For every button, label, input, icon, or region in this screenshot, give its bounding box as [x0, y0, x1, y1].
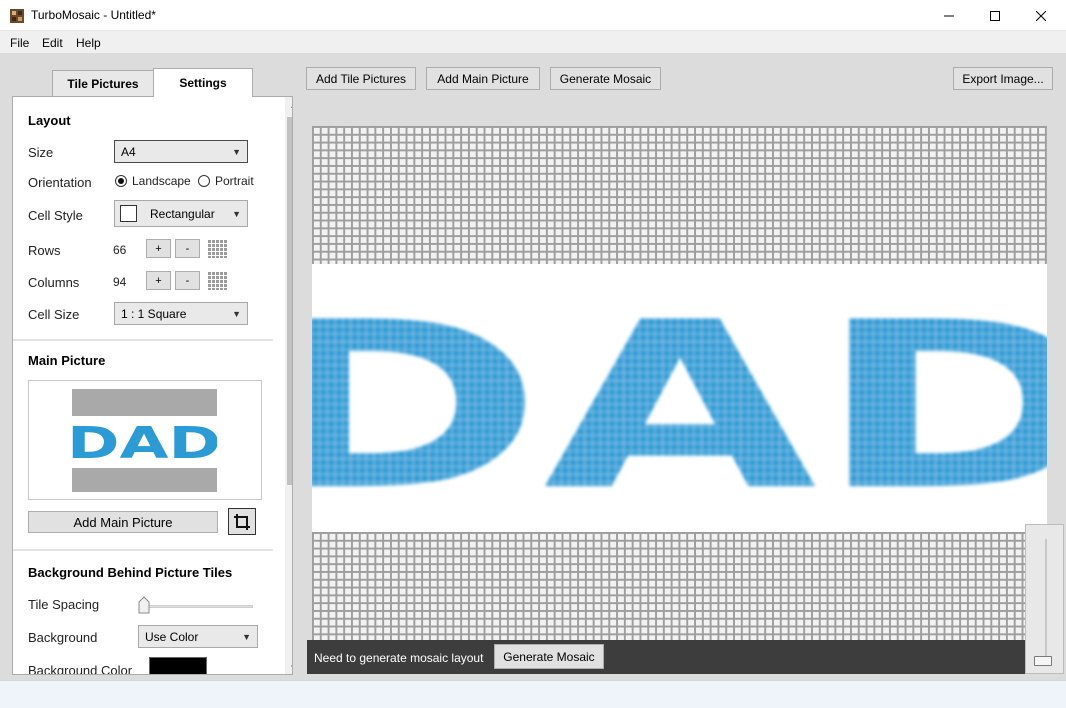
- maximize-icon: [990, 10, 1000, 21]
- chevron-down-icon: ▼: [232, 309, 241, 319]
- maximize-button[interactable]: [972, 0, 1018, 31]
- minimize-icon: [944, 15, 954, 16]
- grid-icon: [207, 271, 228, 290]
- tile-spacing-slider-thumb[interactable]: [138, 596, 150, 614]
- mosaic-dad-text: DAD: [312, 274, 1047, 532]
- rows-value: 66: [113, 243, 127, 257]
- rows-minus-button[interactable]: -: [175, 239, 200, 258]
- minimize-button[interactable]: [926, 0, 972, 31]
- background-title: Background Behind Picture Tiles: [28, 565, 233, 580]
- tab-tile-pictures[interactable]: Tile Pictures: [52, 70, 154, 97]
- cell-style-select[interactable]: Rectangular ▼: [114, 200, 248, 227]
- landscape-radio[interactable]: [115, 175, 127, 187]
- preview-dad-text: DAD: [72, 419, 217, 464]
- settings-panel: Layout Size A4 ▼ Orientation Landscape P…: [12, 96, 293, 675]
- mosaic-grid-top: [312, 126, 1047, 264]
- generate-banner: Need to generate mosaic layout Generate …: [307, 640, 1025, 674]
- tab-settings[interactable]: Settings: [153, 68, 253, 97]
- generate-mosaic-button[interactable]: Generate Mosaic: [494, 644, 604, 669]
- background-value: Use Color: [145, 629, 199, 644]
- window-title: TurboMosaic - Untitled*: [31, 8, 156, 22]
- crop-icon: [234, 513, 250, 530]
- generate-mosaic-toolbar-button[interactable]: Generate Mosaic: [550, 67, 661, 90]
- rectangle-cell-icon: [120, 205, 137, 222]
- columns-plus-button[interactable]: +: [146, 271, 171, 290]
- add-tile-pictures-button[interactable]: Add Tile Pictures: [306, 67, 416, 90]
- grid-icon: [207, 239, 228, 258]
- close-button[interactable]: [1018, 0, 1064, 31]
- zoom-slider-track[interactable]: [1045, 539, 1047, 663]
- rows-plus-button[interactable]: +: [146, 239, 171, 258]
- mosaic-grid-bottom: [312, 532, 1047, 640]
- zoom-slider-thumb[interactable]: [1034, 656, 1052, 666]
- preview-dad-image: DAD: [72, 419, 217, 464]
- columns-value: 94: [113, 275, 127, 289]
- portrait-label: Portrait: [215, 174, 254, 188]
- columns-label: Columns: [28, 275, 80, 290]
- menu-bar: File Edit Help: [0, 31, 1066, 53]
- landscape-label: Landscape: [132, 174, 191, 188]
- background-select[interactable]: Use Color ▼: [138, 625, 258, 648]
- orientation-label: Orientation: [28, 175, 92, 190]
- scrollbar-thumb[interactable]: [287, 117, 292, 485]
- menu-file[interactable]: File: [10, 36, 29, 50]
- columns-minus-button[interactable]: -: [175, 271, 200, 290]
- main-picture-preview: DAD: [28, 380, 262, 500]
- chevron-down-icon: ▼: [232, 209, 241, 219]
- crop-button[interactable]: [228, 508, 256, 535]
- menu-edit[interactable]: Edit: [42, 36, 63, 50]
- background-color-swatch[interactable]: [149, 657, 207, 674]
- export-image-button[interactable]: Export Image...: [953, 67, 1053, 90]
- cell-size-value: 1 : 1 Square: [121, 306, 187, 321]
- background-color-label: Background Color: [28, 663, 133, 675]
- background-label: Background: [28, 630, 98, 645]
- cell-style-value: Rectangular: [150, 207, 215, 221]
- title-bar: TurboMosaic - Untitled*: [0, 0, 1066, 31]
- add-main-picture-toolbar-button[interactable]: Add Main Picture: [426, 67, 540, 90]
- size-value: A4: [121, 144, 136, 159]
- scroll-up-icon[interactable]: ▲: [285, 97, 292, 114]
- size-select[interactable]: A4 ▼: [114, 140, 248, 163]
- divider: [13, 339, 273, 341]
- menu-help[interactable]: Help: [76, 36, 101, 50]
- banner-message: Need to generate mosaic layout: [314, 651, 484, 665]
- mosaic-canvas[interactable]: DAD: [312, 126, 1047, 640]
- cell-style-label: Cell Style: [28, 208, 83, 223]
- turbomosaic-app-icon: [10, 9, 24, 23]
- divider: [13, 549, 273, 551]
- scroll-down-icon[interactable]: ▼: [285, 659, 292, 674]
- portrait-radio[interactable]: [198, 175, 210, 187]
- zoom-slider[interactable]: [1025, 524, 1064, 674]
- size-label: Size: [28, 145, 54, 160]
- rows-label: Rows: [28, 243, 61, 258]
- panel-scrollbar[interactable]: ▲ ▼: [285, 97, 292, 674]
- cell-size-select[interactable]: 1 : 1 Square ▼: [114, 302, 248, 325]
- close-icon: [1036, 10, 1046, 21]
- chevron-down-icon: ▼: [242, 632, 251, 642]
- tile-spacing-label: Tile Spacing: [28, 597, 100, 612]
- chevron-down-icon: ▼: [232, 147, 241, 157]
- status-bar: [0, 680, 1066, 708]
- cell-size-label: Cell Size: [28, 307, 80, 322]
- main-picture-title: Main Picture: [28, 353, 106, 368]
- add-main-picture-button[interactable]: Add Main Picture: [28, 511, 218, 533]
- tile-spacing-slider-track[interactable]: [139, 605, 253, 608]
- layout-title: Layout: [28, 113, 71, 128]
- mosaic-main-image: DAD: [312, 264, 1047, 532]
